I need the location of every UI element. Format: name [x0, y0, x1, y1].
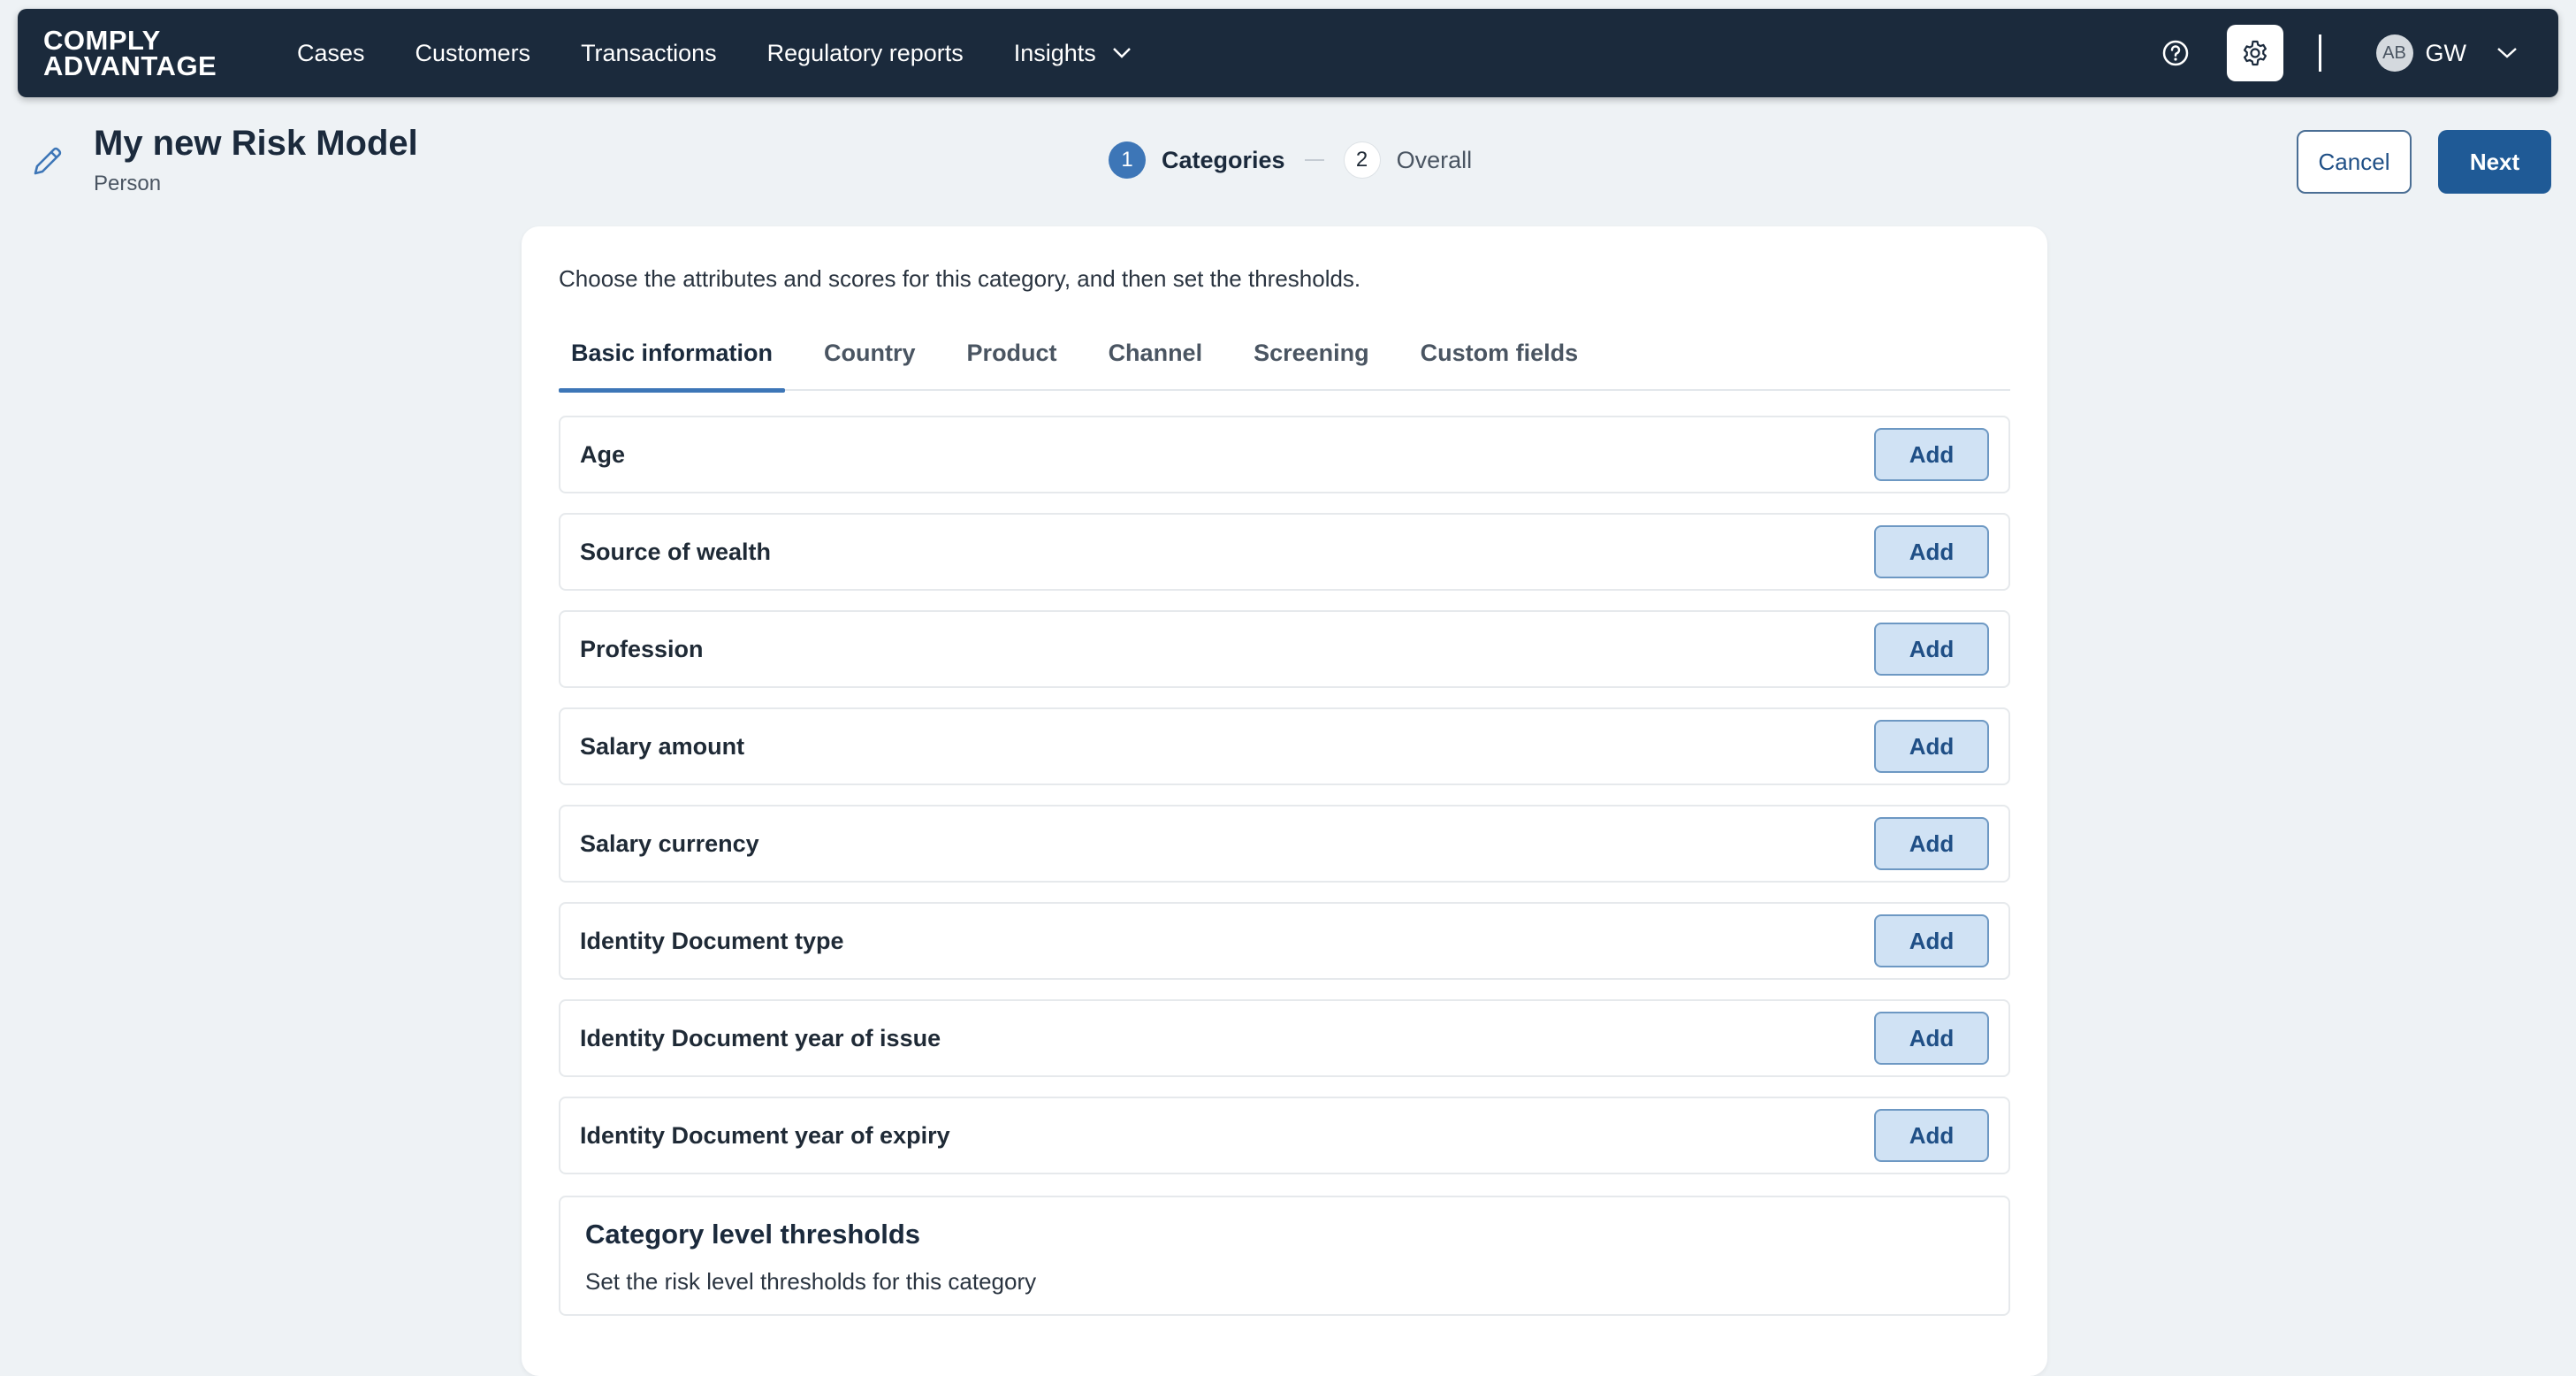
gear-icon	[2243, 40, 2267, 66]
category-card: Choose the attributes and scores for thi…	[522, 226, 2047, 1376]
comply-advantage-logo[interactable]: COMPLY ADVANTAGE	[43, 25, 255, 81]
attribute-label: Identity Document year of issue	[580, 1024, 941, 1051]
thresholds-title: Category level thresholds	[585, 1219, 921, 1250]
attribute-row-age: Age Add	[559, 416, 2010, 493]
tab-country[interactable]: Country	[812, 334, 928, 391]
step-2-number: 2	[1343, 141, 1381, 179]
add-identity-document-type-button[interactable]: Add	[1874, 914, 1989, 967]
category-thresholds-panel: Category level thresholds Set the risk l…	[559, 1196, 2010, 1316]
attribute-label: Salary currency	[580, 829, 759, 857]
nav-link-regulatory-reports[interactable]: Regulatory reports	[767, 40, 964, 67]
add-identity-document-year-of-issue-button[interactable]: Add	[1874, 1012, 1989, 1065]
attribute-row-salary-currency: Salary currency Add	[559, 805, 2010, 883]
attribute-label: Identity Document year of expiry	[580, 1121, 950, 1149]
page-subtitle: Person	[94, 172, 162, 195]
attribute-list: Age Add Source of wealth Add Profession …	[559, 416, 2010, 1194]
add-profession-button[interactable]: Add	[1874, 623, 1989, 676]
user-menu-chevron-down-icon[interactable]	[2496, 47, 2518, 59]
step-separator	[1304, 159, 1324, 161]
attribute-row-profession: Profession Add	[559, 610, 2010, 688]
next-button[interactable]: Next	[2438, 130, 2551, 194]
attribute-label: Source of wealth	[580, 538, 772, 565]
add-salary-amount-button[interactable]: Add	[1874, 720, 1989, 773]
nav-link-insights-label: Insights	[1013, 39, 1096, 66]
attribute-label: Salary amount	[580, 732, 745, 760]
category-tabs: Basic information Country Product Channe…	[559, 334, 2010, 393]
nav-right-controls: AB GW	[2161, 9, 2559, 97]
attribute-row-source-of-wealth: Source of wealth Add	[559, 513, 2010, 591]
logo-line-1: COMPLY	[43, 25, 161, 56]
settings-button[interactable]	[2226, 25, 2283, 81]
attribute-row-identity-document-year-of-expiry: Identity Document year of expiry Add	[559, 1097, 2010, 1174]
nav-divider	[2318, 34, 2321, 72]
nav-link-transactions[interactable]: Transactions	[581, 40, 717, 67]
nav-link-customers[interactable]: Customers	[415, 40, 531, 67]
add-age-button[interactable]: Add	[1874, 428, 1989, 481]
step-1-label[interactable]: Categories	[1162, 147, 1285, 174]
chevron-down-icon	[1112, 48, 1131, 58]
logo-line-2: ADVANTAGE	[43, 50, 217, 81]
attribute-label: Age	[580, 440, 626, 468]
help-icon[interactable]	[2161, 39, 2190, 67]
main-nav-links: Cases Customers Transactions Regulatory …	[297, 40, 1182, 67]
add-salary-currency-button[interactable]: Add	[1874, 817, 1989, 870]
tab-screening[interactable]: Screening	[1241, 334, 1382, 391]
attribute-label: Identity Document type	[580, 927, 844, 954]
top-navigation-bar: COMPLY ADVANTAGE Cases Customers Transac…	[18, 9, 2558, 97]
tab-product[interactable]: Product	[955, 334, 1070, 391]
step-1-number: 1	[1109, 141, 1146, 179]
nav-link-cases[interactable]: Cases	[297, 40, 365, 67]
attribute-row-salary-amount: Salary amount Add	[559, 707, 2010, 785]
edit-pencil-icon[interactable]	[30, 143, 65, 179]
page-title: My new Risk Model	[94, 124, 418, 163]
nav-link-insights[interactable]: Insights	[1014, 40, 1132, 67]
attribute-row-identity-document-type: Identity Document type Add	[559, 902, 2010, 980]
tab-custom-fields[interactable]: Custom fields	[1408, 334, 1591, 391]
step-2-label[interactable]: Overall	[1397, 147, 1473, 174]
tab-channel[interactable]: Channel	[1096, 334, 1216, 391]
avatar[interactable]: AB	[2375, 34, 2413, 72]
tab-basic-information[interactable]: Basic information	[559, 334, 786, 393]
add-identity-document-year-of-expiry-button[interactable]: Add	[1874, 1109, 1989, 1162]
wizard-stepper: 1 Categories 2 Overall	[1109, 141, 1472, 179]
cancel-button[interactable]: Cancel	[2297, 130, 2412, 194]
add-source-of-wealth-button[interactable]: Add	[1874, 525, 1989, 578]
user-initials[interactable]: GW	[2426, 40, 2467, 67]
intro-text: Choose the attributes and scores for thi…	[559, 265, 1361, 292]
attribute-row-identity-document-year-of-issue: Identity Document year of issue Add	[559, 999, 2010, 1077]
thresholds-subtitle: Set the risk level thresholds for this c…	[585, 1268, 1037, 1295]
attribute-label: Profession	[580, 635, 704, 662]
